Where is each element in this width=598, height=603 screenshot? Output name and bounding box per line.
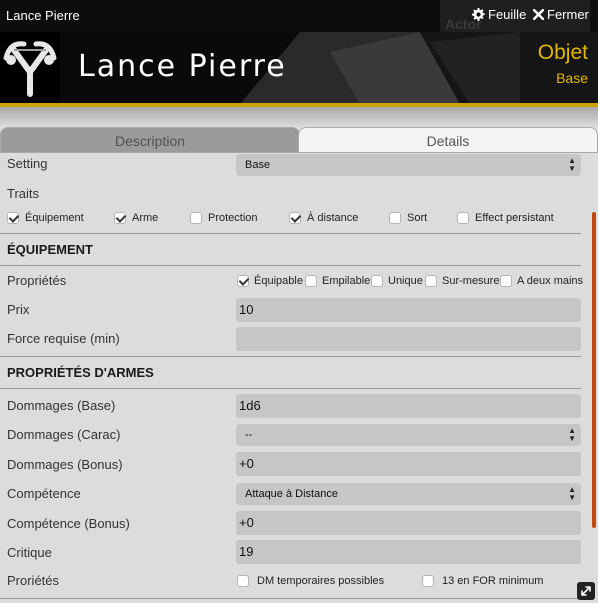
price-label: Prix bbox=[7, 302, 30, 317]
close-icon bbox=[533, 9, 544, 20]
damage-carac-select[interactable]: -- ▲ ▼ bbox=[236, 424, 581, 446]
divider bbox=[0, 388, 581, 389]
prop-empilable-checkbox[interactable]: Empilable bbox=[305, 275, 370, 287]
item-subtype: Base bbox=[556, 70, 588, 86]
window-title: Lance Pierre bbox=[6, 8, 80, 23]
window-titlebar[interactable]: Lance Pierre Actor Feuille Fermer bbox=[0, 0, 598, 32]
tab-details[interactable]: Details bbox=[298, 127, 598, 153]
strength-label: Force requise (min) bbox=[7, 331, 120, 346]
checkbox[interactable] bbox=[422, 575, 434, 587]
skill-bonus-input[interactable]: +0 bbox=[236, 511, 581, 535]
setting-value: Base bbox=[245, 159, 271, 171]
close-button-label: Fermer bbox=[547, 7, 589, 22]
select-arrows-icon: ▲ ▼ bbox=[568, 426, 576, 443]
setting-select[interactable]: Base ▲ ▼ bbox=[236, 154, 581, 176]
select-arrows-icon: ▲ ▼ bbox=[568, 485, 576, 502]
prop-equipable-checkbox[interactable]: Équipable bbox=[237, 275, 303, 287]
checkbox[interactable] bbox=[457, 212, 469, 224]
damage-bonus-input[interactable]: +0 bbox=[236, 452, 581, 476]
damage-base-input[interactable]: 1d6 bbox=[236, 394, 581, 418]
properties-label: Propriétés bbox=[7, 273, 67, 288]
item-header-banner: Lance Pierre Objet Base bbox=[0, 32, 598, 104]
checkbox[interactable] bbox=[389, 212, 401, 224]
details-panel: Setting Base ▲ ▼ Traits Équipement Arme P… bbox=[0, 154, 598, 603]
tab-description[interactable]: Description bbox=[0, 127, 300, 153]
damage-carac-value: -- bbox=[245, 429, 253, 441]
prop-for-minimum-checkbox[interactable]: 13 en FOR minimum bbox=[422, 575, 543, 587]
section-equipment-title: ÉQUIPEMENT bbox=[7, 242, 93, 257]
item-name[interactable]: Lance Pierre bbox=[78, 49, 287, 84]
prop-deuxmains-checkbox[interactable]: A deux mains bbox=[500, 275, 583, 287]
checkbox[interactable] bbox=[425, 275, 437, 287]
trait-equipement-checkbox[interactable]: Équipement bbox=[7, 212, 84, 224]
item-image[interactable] bbox=[0, 36, 60, 98]
checkbox[interactable] bbox=[190, 212, 202, 224]
checkbox-checked[interactable] bbox=[289, 212, 301, 224]
sheet-button[interactable]: Feuille bbox=[472, 7, 526, 22]
select-arrows-icon: ▲ ▼ bbox=[568, 156, 576, 173]
checkbox[interactable] bbox=[237, 575, 249, 587]
setting-label: Setting bbox=[7, 156, 48, 171]
checkbox-checked[interactable] bbox=[7, 212, 19, 224]
prop-unique-checkbox[interactable]: Unique bbox=[371, 275, 423, 287]
prop-temp-damage-checkbox[interactable]: DM temporaires possibles bbox=[237, 575, 384, 587]
resize-icon bbox=[581, 586, 591, 596]
checkbox[interactable] bbox=[371, 275, 383, 287]
close-button[interactable]: Fermer bbox=[533, 7, 589, 22]
divider bbox=[0, 265, 581, 266]
checkbox-checked[interactable] bbox=[237, 275, 249, 287]
strength-input[interactable] bbox=[236, 327, 581, 351]
traits-label: Traits bbox=[7, 186, 40, 201]
trait-arme-checkbox[interactable]: Arme bbox=[114, 212, 158, 224]
skill-bonus-label: Compétence (Bonus) bbox=[7, 516, 130, 531]
weapon-props-label: Proriétés bbox=[7, 573, 60, 588]
damage-base-label: Dommages (Base) bbox=[7, 398, 116, 413]
price-input[interactable]: 10 bbox=[236, 298, 581, 322]
gear-icon bbox=[472, 8, 485, 21]
setting-row: Setting Base ▲ ▼ bbox=[7, 154, 581, 180]
trait-effect-checkbox[interactable]: Effect persistant bbox=[457, 212, 554, 224]
sheet-button-label: Feuille bbox=[488, 7, 527, 22]
skill-label: Compétence bbox=[7, 486, 81, 501]
divider bbox=[0, 233, 581, 234]
checkbox-checked[interactable] bbox=[114, 212, 126, 224]
checkbox[interactable] bbox=[305, 275, 317, 287]
prop-surmesure-checkbox[interactable]: Sur-mesure bbox=[425, 275, 499, 287]
section-weapon-title: PROPRIÉTÉS D'ARMES bbox=[7, 365, 154, 380]
trait-sort-checkbox[interactable]: Sort bbox=[389, 212, 427, 224]
checkbox[interactable] bbox=[500, 275, 512, 287]
header-shadow bbox=[0, 107, 598, 127]
divider bbox=[0, 598, 581, 599]
damage-carac-label: Dommages (Carac) bbox=[7, 427, 121, 442]
damage-bonus-label: Dommages (Bonus) bbox=[7, 457, 123, 472]
item-type: Objet bbox=[537, 41, 588, 64]
critical-input[interactable]: 19 bbox=[236, 540, 581, 564]
scrollbar[interactable] bbox=[592, 212, 596, 528]
item-sheet-window: Lance Pierre Actor Feuille Fermer Lance … bbox=[0, 0, 598, 603]
divider bbox=[0, 356, 581, 357]
resize-handle[interactable] bbox=[577, 582, 595, 600]
slingshot-icon bbox=[0, 36, 60, 98]
trait-protection-checkbox[interactable]: Protection bbox=[190, 212, 258, 224]
critical-label: Critique bbox=[7, 545, 52, 560]
trait-distance-checkbox[interactable]: À distance bbox=[289, 212, 358, 224]
sheet-tabs: Description Details bbox=[0, 127, 598, 154]
skill-select[interactable]: Attaque à Distance ▲ ▼ bbox=[236, 483, 581, 505]
skill-value: Attaque à Distance bbox=[245, 488, 338, 500]
